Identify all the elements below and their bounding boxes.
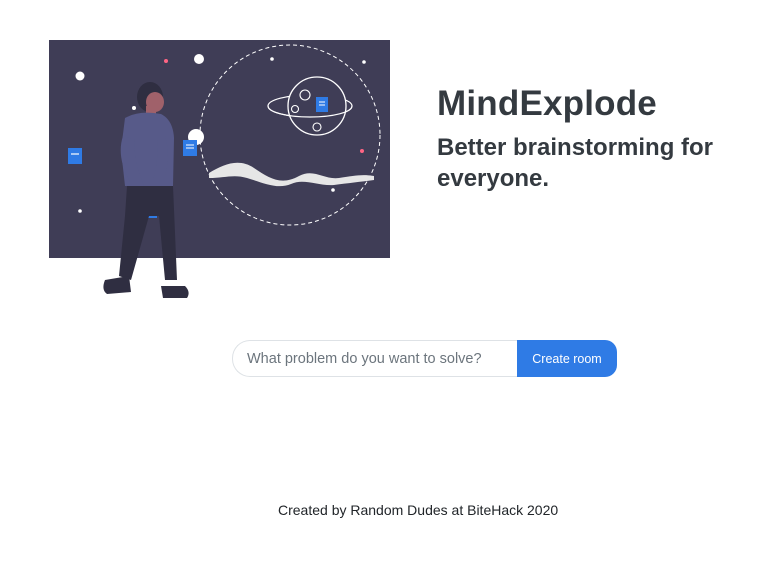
create-room-form: Create room (232, 340, 617, 377)
problem-input[interactable] (232, 340, 517, 377)
app-tagline: Better brainstorming for everyone. (437, 134, 714, 192)
brainstorm-illustration (49, 40, 394, 302)
hero-text: MindExplode Better brainstorming for eve… (437, 82, 767, 194)
app-title: MindExplode (437, 84, 657, 123)
footer-credits: Created by Random Dudes at BiteHack 2020 (278, 502, 559, 518)
landing-page: MindExplode Better brainstorming for eve… (0, 0, 784, 564)
create-room-button[interactable]: Create room (517, 340, 617, 377)
